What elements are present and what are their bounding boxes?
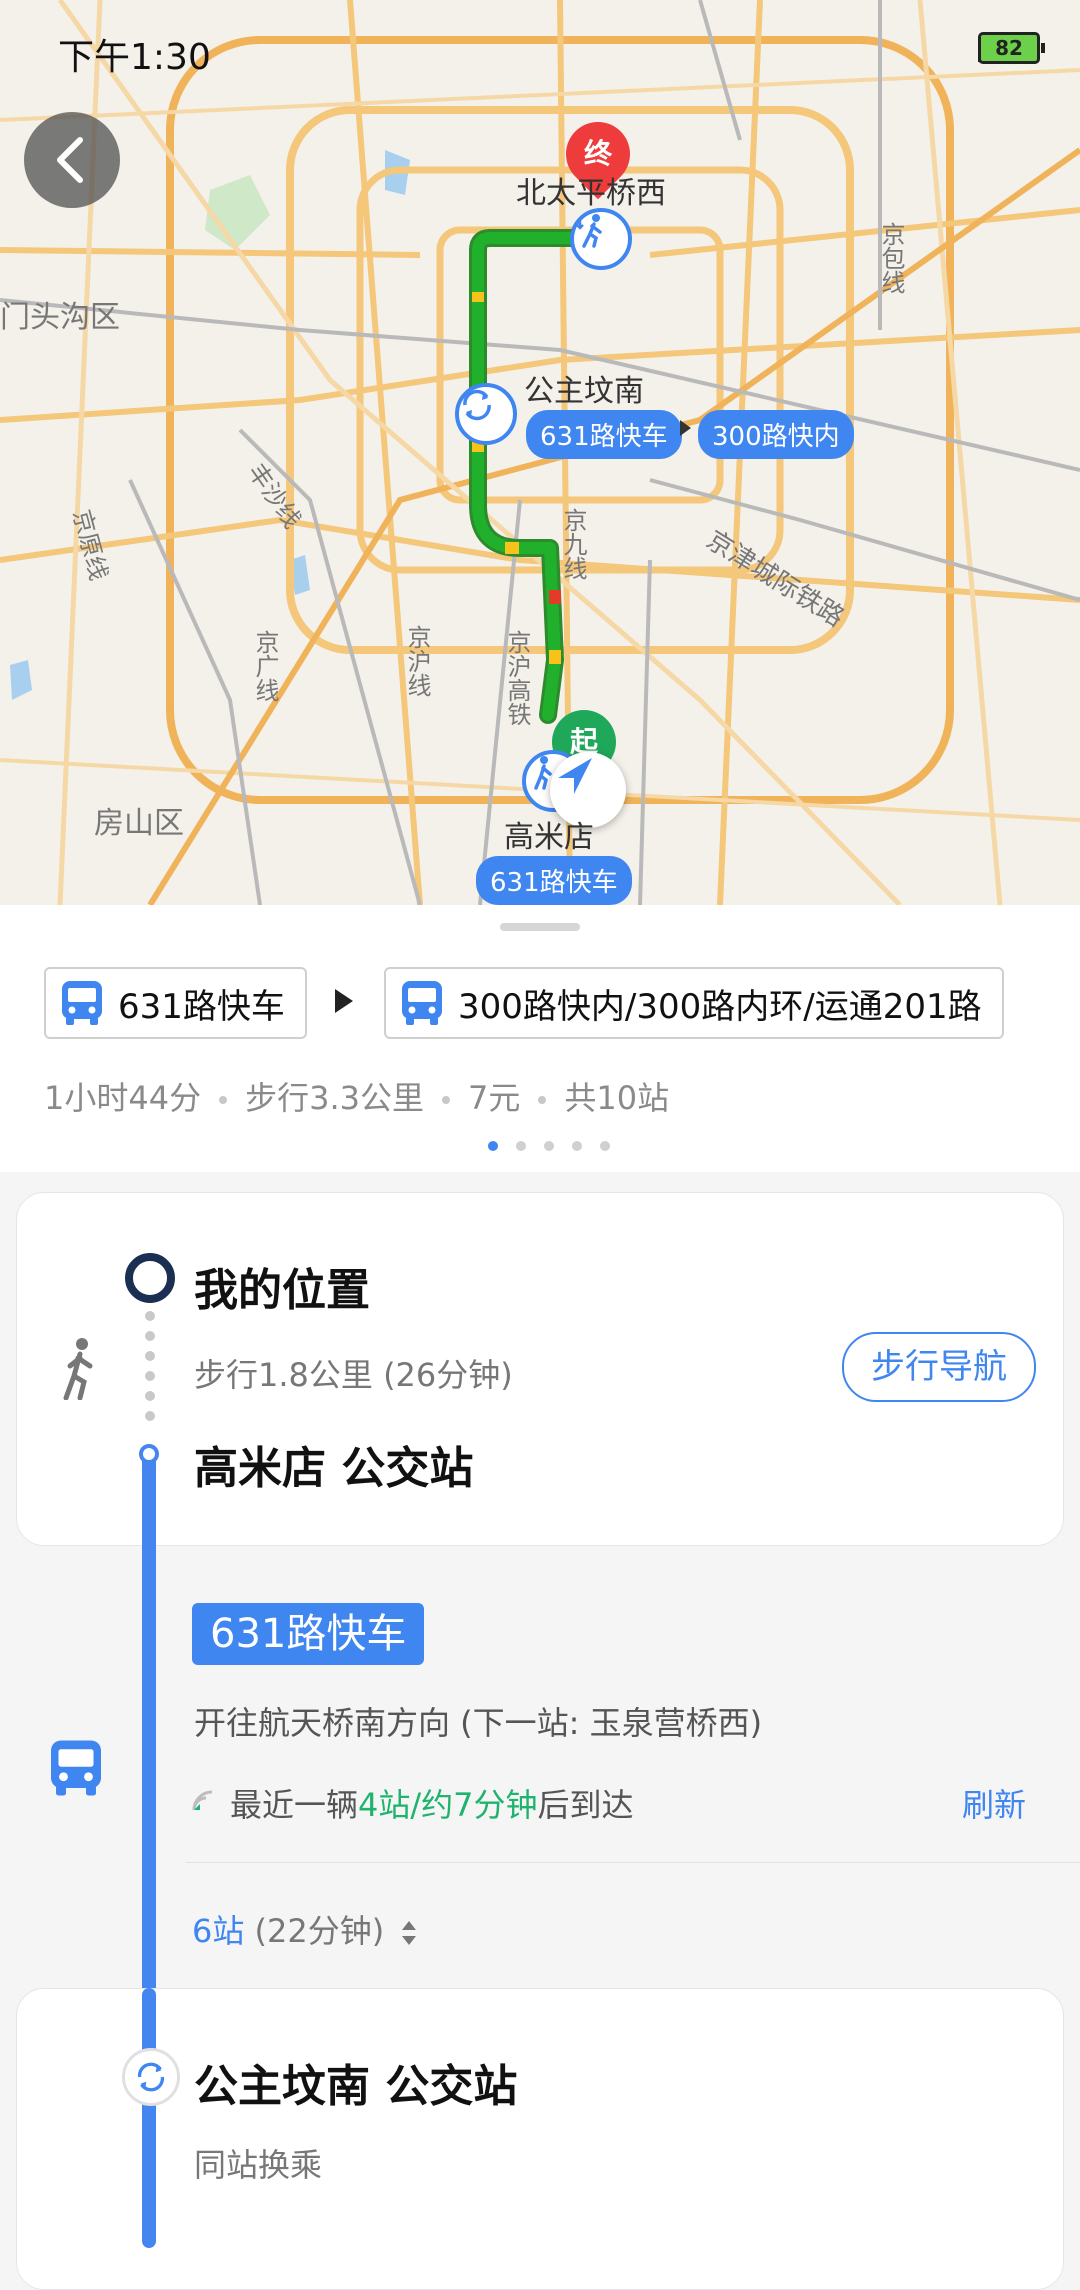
- map-view[interactable]: 下午1:30 82 门头沟区 房山区 京包线 京津城际铁路 丰沙线 京原线 京九…: [0, 0, 1080, 905]
- transfer-station: 公主坟南 公交站: [194, 2061, 518, 2112]
- route-walk: 步行3.3公里: [245, 1079, 424, 1117]
- line-badge[interactable]: 631路快车: [192, 1603, 425, 1665]
- map-label-jinghu: 京沪线: [403, 625, 431, 697]
- bus-icon: [402, 981, 442, 1025]
- stop-count-toggle[interactable]: 6站 (22分钟): [192, 1906, 418, 1952]
- walk-description: 步行1.8公里 (26分钟): [194, 1356, 513, 1394]
- origin-title: 我的位置: [194, 1265, 370, 1316]
- start-station-label: 高米店: [504, 820, 594, 855]
- route-fare: 7元: [468, 1079, 521, 1117]
- map-label-jinghugaotie: 京沪高铁: [503, 630, 531, 726]
- route-pill-631: 631路快车: [526, 410, 682, 459]
- bus-direction: 开往航天桥南方向 (下一站: 玉泉营桥西): [194, 1704, 763, 1742]
- walk-navigation-button[interactable]: 步行导航: [842, 1332, 1036, 1402]
- map-label-fangshan: 房山区: [94, 806, 184, 841]
- route-pill-start: 631路快车: [476, 856, 632, 905]
- route-duration: 1小时44分: [44, 1079, 202, 1117]
- boarding-dot: [139, 1444, 159, 1464]
- back-button[interactable]: [24, 112, 120, 208]
- transfer-step-card[interactable]: [16, 1988, 1064, 2290]
- arrival-info: 最近一辆4站/约7分钟后到达: [230, 1786, 634, 1824]
- map-label-jingguang: 京广线: [251, 630, 279, 702]
- stop-count: 6站: [192, 1912, 245, 1950]
- map-label-jingjiu: 京九线: [559, 508, 587, 580]
- status-icons: 82: [978, 32, 1045, 64]
- realtime-signal-icon: [192, 1790, 213, 1811]
- transit-rail-continued: [142, 1988, 156, 2248]
- map-label-mentougou: 门头沟区: [0, 300, 120, 335]
- bus-icon: [51, 1740, 101, 1796]
- walking-person-icon: [63, 1338, 93, 1400]
- route-stops: 共10站: [564, 1079, 670, 1117]
- end-station-label: 北太平桥西: [516, 176, 666, 211]
- route-meta: 1小时44分 步行3.3公里 7元 共10站: [44, 1073, 669, 1119]
- chevron-left-icon: [57, 137, 83, 183]
- transfer-station-label: 公主坟南: [524, 374, 644, 409]
- divider: [186, 1862, 1080, 1863]
- status-bar: 下午1:30 82: [0, 0, 1080, 100]
- arrival-highlight: 4站/约7分钟: [358, 1786, 538, 1824]
- route-pill-arrow: [680, 420, 691, 436]
- transfer-icon: [122, 2048, 180, 2106]
- stop-duration: (22分钟): [254, 1912, 385, 1950]
- transfer-icon: [455, 383, 517, 445]
- route-summary[interactable]: 631路快车 300路快内/300路内环/运通201路 1小时44分 步行3.3公…: [0, 905, 1080, 1172]
- expand-icon: [402, 1921, 417, 1945]
- transfer-note: 同站换乘: [194, 2146, 323, 2184]
- triangle-right-icon: [335, 989, 353, 1013]
- bus-icon: [62, 981, 102, 1025]
- battery-icon: 82: [978, 32, 1045, 64]
- route-chip-first[interactable]: 631路快车: [44, 967, 307, 1039]
- map-label-jingbao: 京包线: [877, 222, 905, 294]
- route-chip-second[interactable]: 300路快内/300路内环/运通201路: [384, 967, 1004, 1039]
- refresh-button[interactable]: 刷新: [962, 1780, 1026, 1826]
- walk-transfer-icon: [570, 208, 632, 270]
- route-chip-second-label: 300路快内/300路内环/运通201路: [458, 986, 982, 1027]
- status-time: 下午1:30: [58, 37, 211, 78]
- route-pill-300: 300路快内: [698, 410, 854, 459]
- route-pager[interactable]: [488, 1141, 610, 1151]
- boarding-station: 高米店 公交站: [194, 1443, 474, 1494]
- route-chip-first-label: 631路快车: [118, 986, 285, 1027]
- walk-path-dots: [125, 1253, 175, 1421]
- drag-handle[interactable]: [500, 923, 580, 931]
